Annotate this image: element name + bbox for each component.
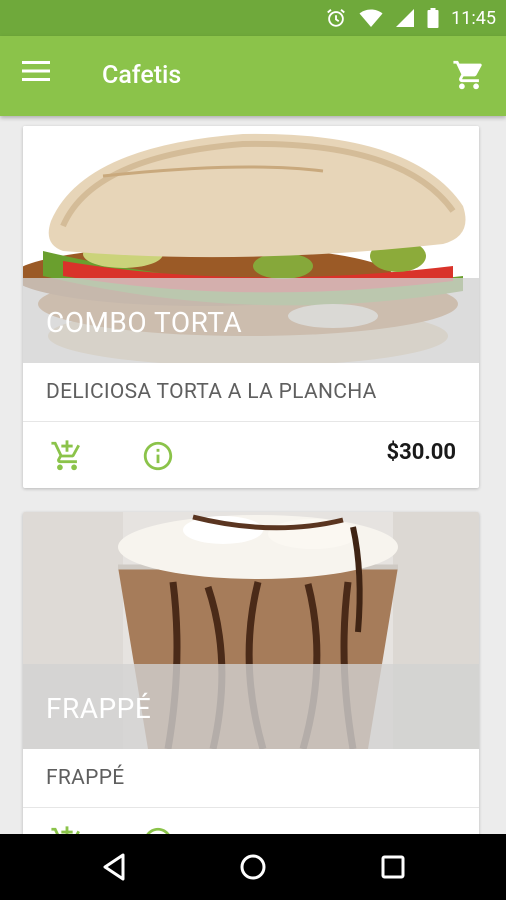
app-title: Cafetis xyxy=(102,61,182,90)
product-price: $30.00 xyxy=(386,440,457,465)
add-to-cart-icon[interactable] xyxy=(50,439,84,473)
info-icon[interactable] xyxy=(141,825,175,834)
add-to-cart-icon[interactable] xyxy=(50,825,84,834)
hamburger-menu-icon[interactable] xyxy=(22,60,58,92)
card-actions xyxy=(23,808,479,834)
product-name: FRAPPÉ xyxy=(46,692,152,725)
signal-icon xyxy=(395,8,415,28)
product-description: DELICIOSA TORTA A LA PLANCHA xyxy=(23,363,479,422)
product-image[interactable]: FRAPPÉ xyxy=(23,512,479,749)
card-actions: $30.00 xyxy=(23,422,479,488)
back-triangle-icon[interactable] xyxy=(96,848,134,886)
product-list[interactable]: COMBO TORTA DELICIOSA TORTA A LA PLANCHA… xyxy=(0,116,506,834)
wifi-icon xyxy=(359,8,383,28)
product-card[interactable]: COMBO TORTA DELICIOSA TORTA A LA PLANCHA… xyxy=(23,126,479,488)
product-image[interactable]: COMBO TORTA xyxy=(23,126,479,363)
recents-square-icon[interactable] xyxy=(374,848,412,886)
info-icon[interactable] xyxy=(141,439,175,473)
product-card[interactable]: FRAPPÉ FRAPPÉ xyxy=(23,512,479,834)
system-navigation-bar xyxy=(0,834,506,900)
home-circle-icon[interactable] xyxy=(234,848,272,886)
alarm-icon xyxy=(325,7,347,29)
status-bar: 11:45 xyxy=(0,0,506,36)
status-icons: 11:45 xyxy=(325,0,496,36)
battery-icon xyxy=(427,8,439,28)
product-description: FRAPPÉ xyxy=(23,749,479,808)
shopping-cart-icon[interactable] xyxy=(452,58,488,94)
product-name: COMBO TORTA xyxy=(46,306,243,339)
status-time: 11:45 xyxy=(451,7,496,29)
app-toolbar: Cafetis xyxy=(0,36,506,116)
